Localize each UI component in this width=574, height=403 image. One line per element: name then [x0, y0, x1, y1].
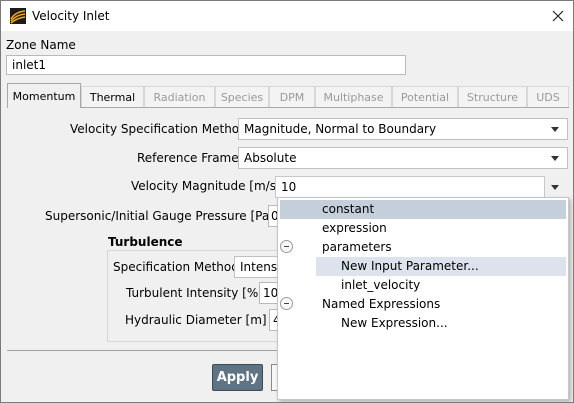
reference-frame-value: Absolute: [244, 151, 297, 165]
zone-name-input[interactable]: inlet1: [6, 55, 406, 75]
tab-thermal[interactable]: Thermal: [81, 86, 144, 107]
option-named-expressions[interactable]: Named Expressions: [280, 295, 566, 314]
velocity-spec-value: Magnitude, Normal to Boundary: [244, 122, 437, 136]
velocity-spec-dropdown[interactable]: Magnitude, Normal to Boundary: [238, 118, 568, 140]
tab-structure[interactable]: Structure: [458, 86, 527, 107]
turbulent-intensity-label: Turbulent Intensity [%]: [126, 286, 263, 300]
chevron-down-icon: [551, 127, 559, 132]
tab-panel-border: [7, 107, 569, 108]
turbulence-spec-label: Specification Method: [113, 260, 239, 274]
velocity-inlet-dialog: Velocity Inlet Zone Name inlet1 Momentum…: [0, 0, 574, 403]
tab-multiphase[interactable]: Multiphase: [315, 86, 392, 107]
tab-dpm[interactable]: DPM: [269, 86, 315, 107]
option-new-input-parameter[interactable]: New Input Parameter...: [316, 257, 566, 276]
tab-potential[interactable]: Potential: [392, 86, 458, 107]
hydraulic-diameter-label: Hydraulic Diameter [m]: [125, 313, 267, 327]
window-title: Velocity Inlet: [32, 9, 110, 23]
apply-button[interactable]: Apply: [212, 364, 263, 391]
option-expression[interactable]: expression: [280, 219, 566, 238]
tab-radiation[interactable]: Radiation: [144, 86, 215, 107]
title-bar: Velocity Inlet: [1, 1, 573, 31]
reference-frame-dropdown[interactable]: Absolute: [238, 147, 568, 169]
tab-momentum[interactable]: Momentum: [7, 83, 81, 108]
turbulence-heading: Turbulence: [108, 235, 183, 249]
option-parameters[interactable]: parameters: [280, 238, 566, 257]
fluent-app-icon: [10, 8, 26, 24]
zone-name-label: Zone Name: [6, 38, 76, 52]
velocity-spec-label: Velocity Specification Method: [70, 122, 247, 136]
input-options-dropdown: constant expression parameters New Input…: [277, 197, 569, 400]
velocity-magnitude-dropdown-arrow[interactable]: [551, 185, 559, 190]
close-icon: [552, 10, 564, 22]
close-button[interactable]: [546, 4, 570, 28]
velocity-magnitude-input[interactable]: 10: [275, 176, 545, 198]
pressure-label: Supersonic/Initial Gauge Pressure [Pa]: [45, 209, 274, 223]
chevron-down-icon: [551, 156, 559, 161]
velocity-magnitude-label: Velocity Magnitude [m/s]: [131, 179, 281, 193]
reference-frame-label: Reference Frame: [137, 151, 239, 165]
tab-uds[interactable]: UDS: [527, 86, 569, 107]
tab-species[interactable]: Species: [215, 86, 269, 107]
option-constant[interactable]: constant: [280, 200, 566, 219]
tab-bar: Momentum Thermal Radiation Species DPM M…: [7, 83, 569, 108]
option-inlet-velocity[interactable]: inlet_velocity: [316, 276, 566, 295]
option-new-expression[interactable]: New Expression...: [316, 314, 566, 333]
